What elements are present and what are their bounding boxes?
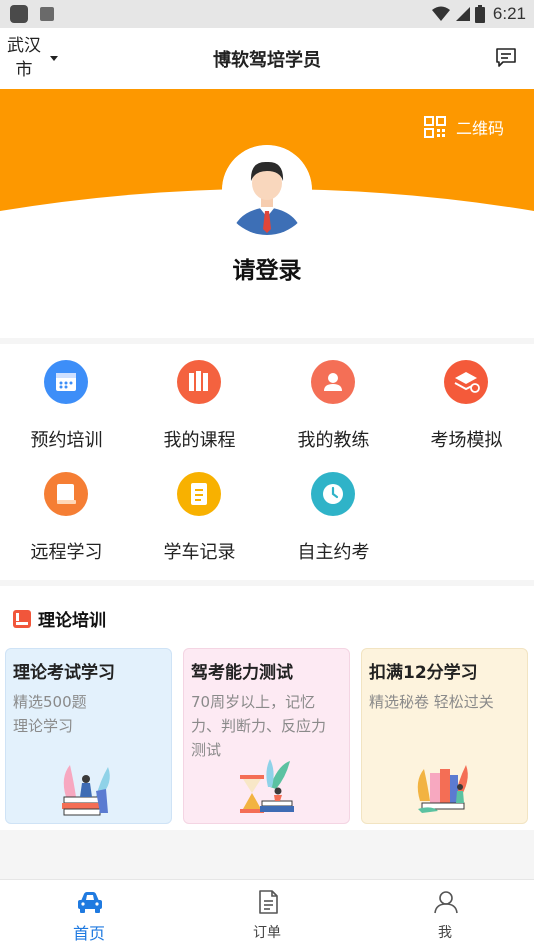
nav-orders[interactable]: 订单 — [178, 880, 356, 950]
page-title: 博软驾培学员 — [213, 50, 321, 71]
service-item-exam-sim[interactable]: 考场模拟 — [400, 344, 533, 454]
card-title: 驾考能力测试 — [191, 663, 293, 683]
hourglass-illustration-icon — [240, 759, 294, 813]
card-desc: 精选秘卷 轻松过关 — [369, 690, 521, 714]
calendar-icon — [44, 360, 88, 404]
nav-label: 我 — [438, 925, 452, 941]
qr-code-icon — [423, 116, 446, 138]
service-label: 自主约考 — [297, 542, 370, 563]
nav-label: 首页 — [72, 924, 105, 943]
nav-me[interactable]: 我 — [356, 880, 534, 950]
card-desc-line: 力、判断力、反应力 — [191, 717, 327, 735]
service-label: 学车记录 — [163, 542, 236, 563]
order-icon — [259, 890, 278, 914]
login-prompt[interactable]: 请登录 — [0, 251, 534, 285]
battery-icon — [474, 5, 485, 23]
signal-icon — [455, 7, 470, 21]
service-label: 我的课程 — [163, 430, 236, 451]
service-label: 预约培训 — [30, 430, 103, 451]
qr-code-label: 二维码 — [455, 119, 504, 138]
status-time: 6:21 — [492, 4, 526, 23]
theory-card-12-points[interactable]: 扣满12分学习 精选秘卷 轻松过关 — [361, 648, 528, 824]
theory-section: 理论培训 理论考试学习 精选500题 理论学习 驾考能力测试 70周岁以上，记忆… — [0, 586, 534, 830]
service-item-booking[interactable]: 预约培训 — [0, 344, 133, 454]
card-desc: 70周岁以上，记忆 力、判断力、反应力 测试 — [191, 690, 343, 762]
car-icon — [78, 892, 102, 913]
card-desc-line: 70周岁以上，记忆 — [191, 693, 316, 711]
profile-hero: 二维码 请登录 — [0, 89, 534, 338]
service-grid: 预约培训 我的课程 我的教练 考场模拟 远程学习 学车记录 自主约考 — [0, 344, 534, 580]
course-icon — [177, 360, 221, 404]
nav-label: 订单 — [253, 925, 281, 941]
service-item-records[interactable]: 学车记录 — [133, 456, 266, 566]
user-icon — [434, 891, 458, 914]
card-desc: 精选500题 理论学习 — [13, 690, 165, 738]
card-title: 理论考试学习 — [13, 663, 115, 683]
qr-code-button[interactable]: 二维码 — [423, 115, 504, 139]
service-item-self-exam[interactable]: 自主约考 — [267, 456, 400, 566]
service-label: 远程学习 — [30, 542, 103, 563]
book-icon — [44, 472, 88, 516]
service-item-remote[interactable]: 远程学习 — [0, 456, 133, 566]
bottom-nav: 首页 订单 我 — [0, 879, 534, 950]
notification-icon — [10, 5, 28, 23]
card-desc-line: 精选秘卷 轻松过关 — [369, 693, 494, 711]
record-icon — [177, 472, 221, 516]
reading-illustration-icon — [417, 765, 468, 813]
theory-card-ability-test[interactable]: 驾考能力测试 70周岁以上，记忆 力、判断力、反应力 测试 — [183, 648, 350, 824]
card-desc-line: 理论学习 — [13, 717, 74, 735]
exam-sim-icon — [444, 360, 488, 404]
a-icon — [40, 7, 54, 21]
service-label: 我的教练 — [297, 430, 370, 451]
avatar[interactable] — [222, 145, 312, 235]
service-item-courses[interactable]: 我的课程 — [133, 344, 266, 454]
status-bar: 6:21 — [0, 0, 534, 28]
study-illustration-icon — [62, 765, 110, 816]
service-item-coach[interactable]: 我的教练 — [267, 344, 400, 454]
section-title: 理论培训 — [38, 611, 106, 631]
self-exam-icon — [311, 472, 355, 516]
app-header: 武汉市 博软驾培学员 — [0, 28, 534, 89]
service-label: 考场模拟 — [430, 430, 503, 451]
card-title: 扣满12分学习 — [369, 663, 478, 683]
avatar-person-icon — [222, 145, 312, 235]
theory-card-exam-study[interactable]: 理论考试学习 精选500题 理论学习 — [5, 648, 172, 824]
coach-icon — [311, 360, 355, 404]
book-section-icon — [13, 609, 31, 628]
nav-home[interactable]: 首页 — [0, 880, 178, 950]
wifi-icon — [431, 6, 450, 21]
message-icon[interactable] — [494, 45, 518, 69]
card-desc-line: 精选500题 — [13, 693, 87, 711]
